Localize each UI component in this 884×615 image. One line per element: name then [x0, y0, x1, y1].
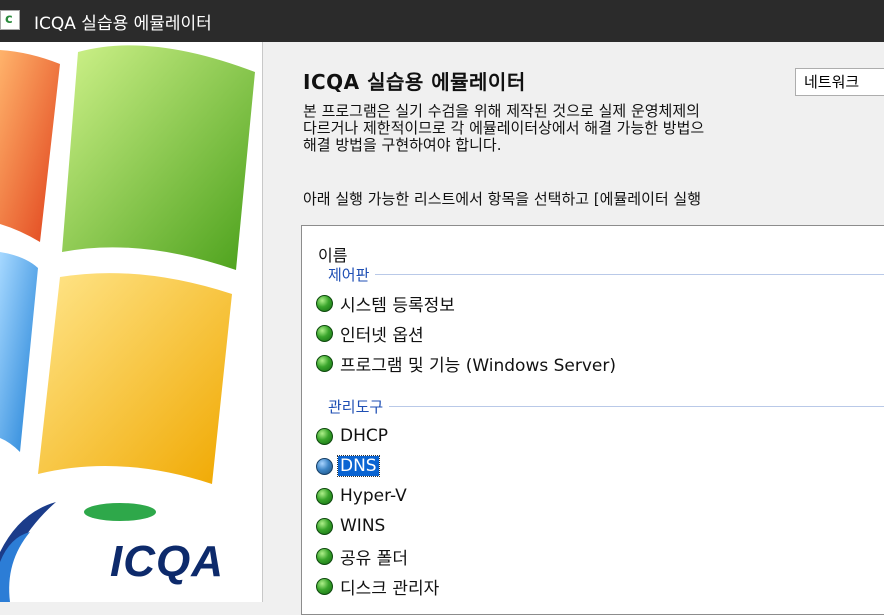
group-label: 관리도구: [328, 396, 390, 417]
list-item-shared-folders[interactable]: 공유 폴더: [316, 544, 410, 569]
green-orb-icon: [316, 324, 333, 342]
list-item-internet-options[interactable]: 인터넷 옵션: [316, 321, 426, 346]
green-orb-icon: [316, 547, 333, 565]
app-icon-letter: c: [5, 12, 13, 27]
group-label: 제어판: [328, 264, 376, 285]
green-orb-icon: [316, 487, 333, 505]
list-item-programs-features[interactable]: 프로그램 및 기능 (Windows Server): [316, 351, 618, 376]
green-orb-icon: [316, 294, 333, 312]
green-orb-icon: [316, 517, 333, 535]
icqa-logo-text: ICQA: [110, 537, 224, 586]
list-item-label: WINS: [340, 516, 386, 536]
green-orb-icon: [316, 577, 333, 595]
column-header-name[interactable]: 이름: [318, 242, 347, 266]
program-list[interactable]: 이름 제어판 시스템 등록정보 인터넷 옵션 프로그램 및 기능 (Window…: [301, 225, 884, 615]
window-title: ICQA 실습용 에뮬레이터: [34, 14, 212, 34]
description-line: 해결 방법을 구현하여야 합니다.: [303, 136, 502, 154]
description-line: 다르거나 제한적이므로 각 에뮬레이터상에서 해결 가능한 방법으: [303, 119, 705, 137]
green-orb-icon: [316, 354, 333, 372]
windows-logo-icon: [0, 45, 255, 602]
title-bar: c ICQA 실습용 에뮬레이터: [0, 0, 884, 42]
list-item-label: 인터넷 옵션: [340, 325, 424, 346]
group-divider: [328, 406, 884, 407]
group-divider: [328, 274, 884, 275]
list-item-system-properties[interactable]: 시스템 등록정보: [316, 291, 457, 316]
list-item-label: Hyper-V: [340, 486, 407, 506]
list-item-dns[interactable]: DNS: [316, 454, 380, 478]
list-item-label: 프로그램 및 기능 (Windows Server): [340, 355, 616, 376]
green-orb-icon: [316, 427, 333, 445]
list-item-dhcp[interactable]: DHCP: [316, 424, 390, 448]
description: 본 프로그램은 실기 수검을 위해 제작된 것으로 실제 운영체제의 다르거나 …: [303, 102, 884, 154]
network-button[interactable]: 네트워크: [795, 68, 884, 96]
brand-panel: ICQA: [0, 42, 262, 602]
list-item-label: 공유 폴더: [340, 548, 408, 569]
list-item-disk-management[interactable]: 디스크 관리자: [316, 574, 441, 599]
instruction-text: 아래 실행 가능한 리스트에서 항목을 선택하고 [에뮬레이터 실행: [303, 190, 702, 208]
blue-orb-icon: [316, 457, 333, 475]
main-panel: ICQA 실습용 에뮬레이터 네트워크 본 프로그램은 실기 수검을 위해 제작…: [262, 42, 884, 615]
list-item-label: DHCP: [340, 426, 388, 446]
list-item-label: DNS: [337, 455, 380, 477]
group-header-admin-tools[interactable]: 관리도구: [302, 396, 884, 417]
group-header-control-panel[interactable]: 제어판: [302, 264, 884, 285]
app-icon[interactable]: c: [0, 10, 20, 30]
list-item-wins[interactable]: WINS: [316, 514, 387, 538]
list-item-label: 시스템 등록정보: [340, 295, 455, 316]
description-line: 본 프로그램은 실기 수검을 위해 제작된 것으로 실제 운영체제의: [303, 102, 700, 120]
list-item-hyper-v[interactable]: Hyper-V: [316, 484, 409, 508]
page-title: ICQA 실습용 에뮬레이터: [303, 70, 526, 94]
list-item-label: 디스크 관리자: [340, 578, 440, 599]
